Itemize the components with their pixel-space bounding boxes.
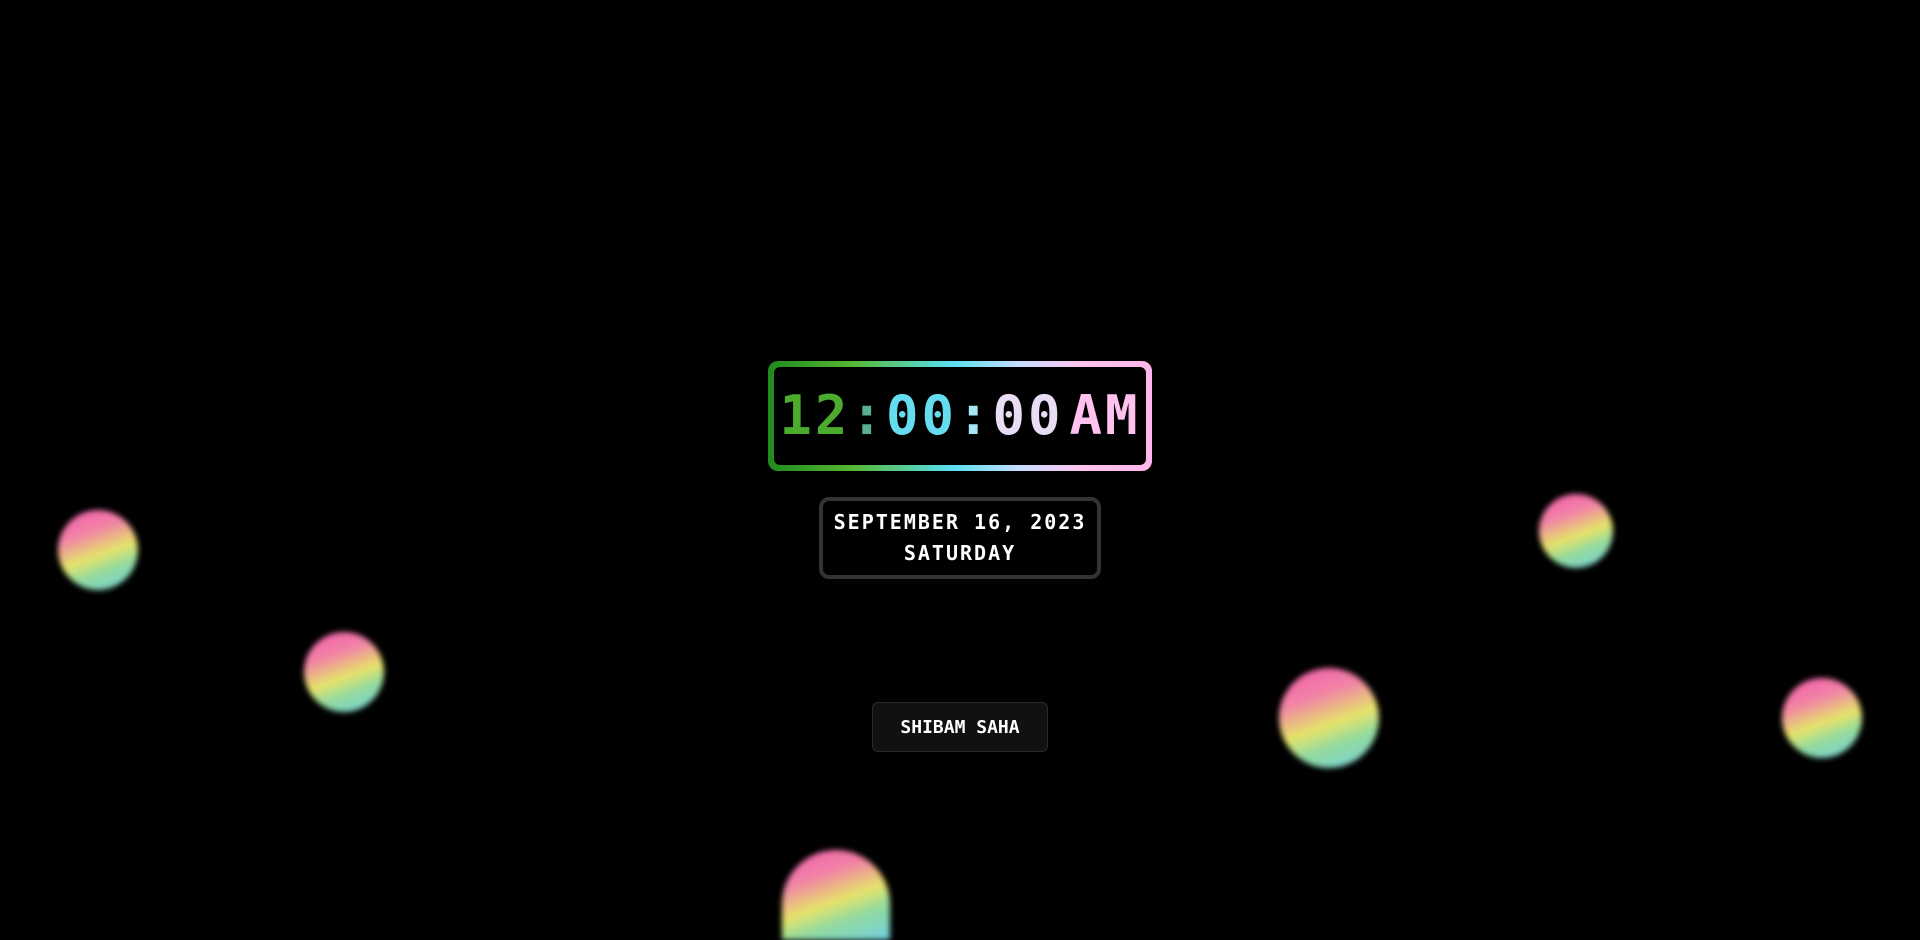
author-name: SHIBAM SAHA (900, 716, 1020, 738)
decorative-orb (1539, 494, 1613, 568)
decorative-orb (782, 850, 890, 940)
weekday-text: SATURDAY (903, 541, 1017, 565)
clock-page: { "clock": { "hours": "12", "separator":… (0, 0, 1920, 940)
clock-period: AM (1069, 384, 1141, 447)
clock-separator: : (957, 384, 993, 447)
clock-time: 12:00:00 AM (779, 389, 1140, 443)
clock-seconds: 00 (992, 384, 1064, 447)
clock-hours: 12 (779, 384, 851, 447)
decorative-orb (1279, 668, 1379, 768)
clock-face: 12:00:00 AM (774, 367, 1146, 465)
author-badge[interactable]: SHIBAM SAHA (872, 702, 1048, 752)
date-text: SEPTEMBER 16, 2023 (833, 510, 1087, 534)
date-panel: SEPTEMBER 16, 2023 SATURDAY (819, 497, 1101, 579)
decorative-orb (1782, 678, 1862, 758)
clock-separator: : (850, 384, 886, 447)
decorative-orb (304, 632, 384, 712)
clock-minutes: 00 (885, 384, 957, 447)
digital-clock: 12:00:00 AM (768, 361, 1152, 471)
decorative-orb (58, 510, 138, 590)
